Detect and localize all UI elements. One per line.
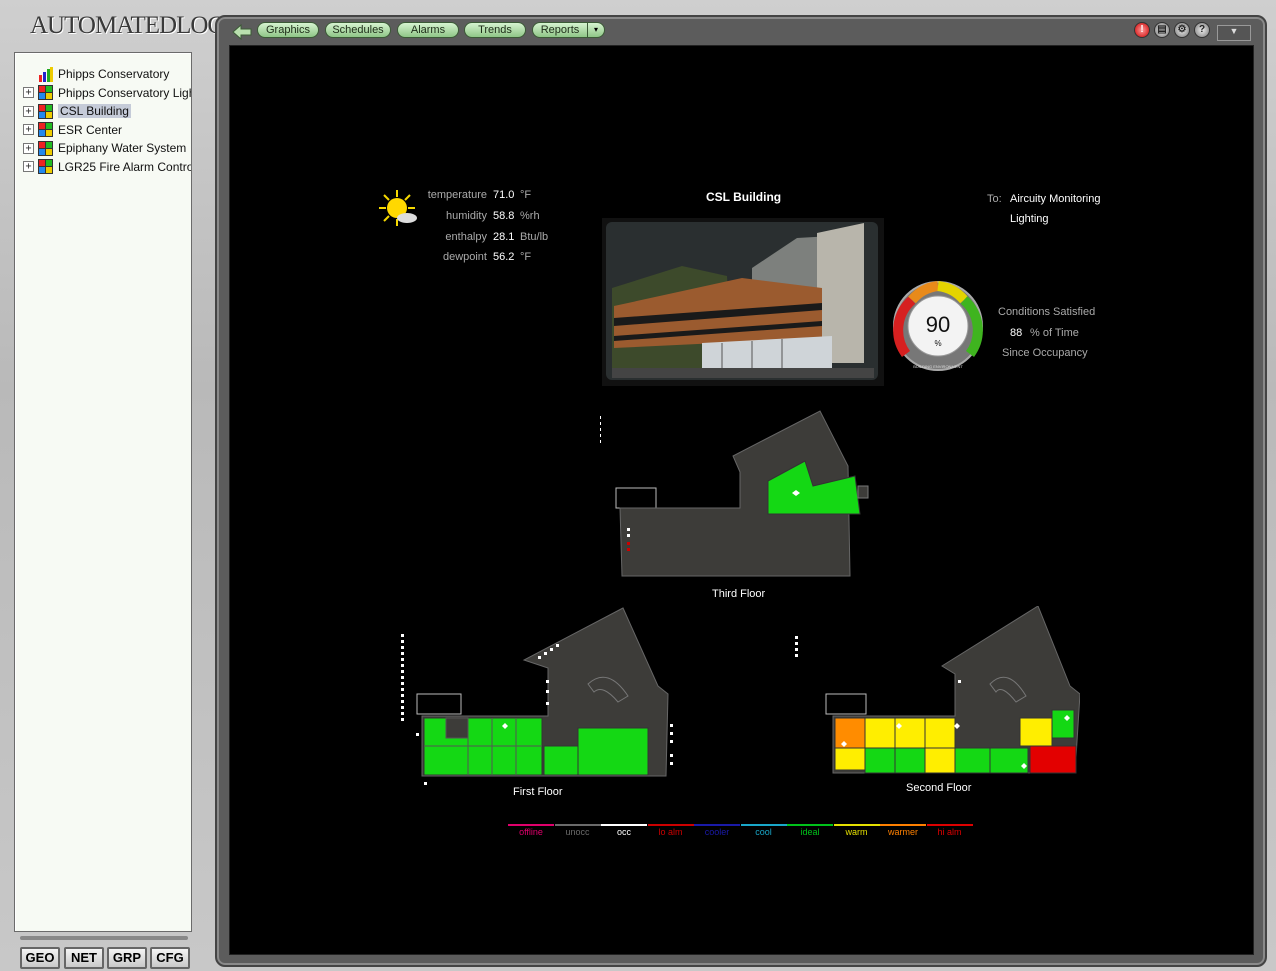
legend-item-offline: offline [508,824,554,837]
tree-item-esr-center[interactable]: + ESR Center [23,121,122,139]
building-grid-icon [38,122,53,137]
brand-logo: AUTOMATEDLOGIC® [30,12,262,42]
dewpoint-value[interactable]: 56.2 [493,251,514,263]
legend-item-ideal: ideal [787,824,833,837]
legend-item-cool: cool [740,824,787,837]
tree-item-lgr25-fire-alarm-control-2[interactable]: + LGR25 Fire Alarm Control 2 [23,158,192,176]
building-title: CSL Building [706,190,782,204]
tree-item-label: CSL Building [58,104,131,118]
expand-plus-icon[interactable]: + [23,105,34,117]
humidity-unit: %rh [520,210,540,222]
conditions-since: Since Occupancy [1002,347,1088,359]
temperature-value[interactable]: 71.0 [493,189,514,201]
third-floor-plan[interactable] [600,406,880,586]
geo-mode-button[interactable]: GEO [20,947,60,969]
conditions-title: Conditions Satisfied [998,306,1096,318]
building-grid-icon [38,85,53,100]
cfg-mode-label: CFG [156,950,184,965]
tree-horizontal-scrollbar[interactable] [20,936,188,940]
gauge-value: 90 [926,312,950,337]
toolbar: Graphics Schedules Alarms Trends Reports… [217,17,1265,43]
back-arrow-icon[interactable] [231,23,253,41]
building-grid-icon [38,159,53,174]
enthalpy-label: enthalpy [445,231,487,243]
enthalpy-unit: Btu/lb [520,231,549,243]
expand-plus-icon[interactable]: + [23,87,34,98]
temperature-unit: °F [520,189,532,201]
tree-item-label: Epiphany Water System [58,141,187,155]
tree-item-label: Phipps Conservatory Lighti [58,85,192,100]
legend-item-unocc: unocc [554,824,601,837]
expand-plus-icon[interactable]: + [23,124,34,135]
net-mode-button[interactable]: NET [64,947,104,969]
net-mode-label: NET [71,950,97,965]
aircuity-monitoring-link[interactable]: Aircuity Monitoring [1010,193,1100,205]
legend-item-lo-alm: lo alm [647,824,694,837]
tree-item-label: LGR25 Fire Alarm Control 2 [58,159,192,174]
grp-mode-button[interactable]: GRP [107,947,147,969]
second-floor-label[interactable]: Second Floor [906,782,971,794]
main-frame: Graphics Schedules Alarms Trends Reports… [215,15,1267,967]
conditions-percent-unit: % of Time [1030,327,1079,339]
building-grid-icon [38,103,53,119]
building-photo [602,218,884,386]
legend-item-warm: warm [833,824,880,837]
dewpoint-label: dewpoint [442,251,487,263]
grp-mode-label: GRP [112,950,142,965]
enthalpy-value[interactable]: 28.1 [493,231,514,243]
trends-tab[interactable]: Trends [464,22,526,38]
temperature-label: temperature [427,189,487,201]
legend-item-hi-alm: hi alm [926,824,973,837]
site-bars-icon [39,66,53,82]
humidity-label: humidity [446,210,487,222]
expand-plus-icon[interactable]: + [23,142,34,154]
cfg-mode-button[interactable]: CFG [150,947,190,969]
conditions-percent-value[interactable]: 88 [1010,327,1022,339]
reports-dropdown-button[interactable]: ▾ [587,22,605,38]
tree-item-csl-building[interactable]: + CSL Building [23,102,131,120]
third-floor-label[interactable]: Third Floor [712,588,765,600]
alarm-icon[interactable]: ! [1134,22,1150,38]
gauge-caption: BUILDING ENVIRONMENT [913,364,963,369]
tree-item-phipps-conservatory[interactable]: Phipps Conservatory [23,65,169,83]
building-grid-icon [38,140,53,156]
second-floor-occupancy-markers [795,636,798,657]
lighting-link[interactable]: Lighting [1010,213,1049,225]
settings-icon[interactable]: ⚙ [1174,22,1190,38]
third-floor-occupancy-markers [600,416,601,443]
building-environment-gauge: 90 % BUILDING ENVIRONMENT [893,281,983,371]
collapse-toggle-button[interactable]: ▼ [1217,25,1251,41]
first-floor-label[interactable]: First Floor [513,786,563,798]
tree-item-epiphany-water-system[interactable]: + Epiphany Water System [23,139,186,157]
geo-mode-label: GEO [25,950,55,965]
first-floor-occupancy-markers [401,634,404,721]
legend-item-warmer: warmer [880,824,926,837]
tree-item-label: ESR Center [58,122,123,137]
humidity-value[interactable]: 58.8 [493,210,514,222]
navigation-tree: Phipps Conservatory + Phipps Conservatory … [14,52,192,932]
to-label: To: [987,193,1002,205]
help-icon[interactable]: ? [1194,22,1210,38]
legend-item-cooler: cooler [694,824,740,837]
tree-item-phipps-conservatory-lighti[interactable]: + Phipps Conservatory Lighti [23,84,192,102]
schedules-tab[interactable]: Schedules [325,22,391,38]
tree-item-label: Phipps Conservatory [58,67,170,81]
graphics-tab[interactable]: Graphics [257,22,319,38]
print-icon[interactable]: ▤ [1154,22,1170,38]
alarms-tab[interactable]: Alarms [397,22,459,38]
expand-plus-icon[interactable]: + [23,161,34,172]
reports-tab[interactable]: Reports [532,22,588,38]
graphics-canvas: temperature 71.0 °F humidity 58.8 %rh en… [229,45,1254,955]
legend-item-occ: occ [601,824,647,837]
gauge-unit: % [934,339,941,348]
dewpoint-unit: °F [520,251,532,263]
